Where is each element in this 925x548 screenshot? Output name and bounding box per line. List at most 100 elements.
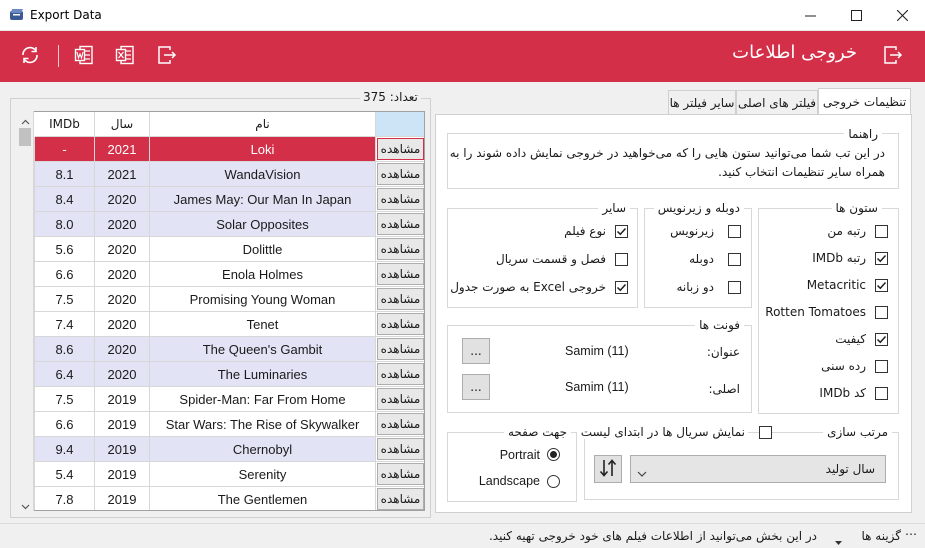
other-group-checkbox[interactable] (615, 253, 628, 266)
table-row[interactable]: 7.5 2020 Promising Young Woman مشاهده (18, 287, 424, 312)
minimize-button[interactable] (787, 0, 833, 31)
columns-group-checkbox[interactable] (875, 387, 888, 400)
guide-title: راهنما (844, 127, 882, 141)
refresh-button[interactable] (17, 43, 43, 69)
series-first-checkbox[interactable] (759, 426, 772, 439)
columns-group-checkbox[interactable] (875, 360, 888, 373)
other-group-item-label[interactable]: فصل و قسمت سریال (496, 252, 606, 266)
cell-name: James May: Our Man In Japan (150, 187, 376, 212)
grid-vertical-scrollbar[interactable] (17, 111, 34, 511)
close-button[interactable] (879, 0, 925, 31)
table-row[interactable]: 5.6 2020 Dolittle مشاهده (18, 237, 424, 262)
radio-selected-dot (550, 451, 557, 458)
tab-other-filters[interactable]: سایر فیلتر ها (668, 90, 736, 114)
columns-group-checkbox[interactable] (875, 252, 888, 265)
columns-group-item-label[interactable]: کد IMDb (819, 386, 866, 400)
cell-imdb: 7.8 (35, 487, 95, 510)
series-first-label[interactable]: نمایش سریال ها در ابتدای لیست (577, 425, 748, 439)
movies-grid: IMDb سال نام -2021 Loki مشاهده 8.1 2021 Wanda… (17, 111, 425, 511)
scroll-up-icon[interactable] (21, 114, 30, 128)
view-button[interactable]: مشاهده (377, 413, 424, 435)
table-row[interactable]: 9.4 2019 Chernobyl مشاهده (18, 437, 424, 462)
column-header-action (376, 112, 424, 137)
view-button[interactable]: مشاهده (377, 463, 424, 485)
view-button[interactable]: مشاهده (377, 238, 424, 260)
other-group-item-label[interactable]: خروجی Excel به صورت جدول (450, 280, 606, 294)
other-group-item-label[interactable]: نوع فیلم (564, 224, 606, 238)
dub-group-item-label[interactable]: دو زبانه (676, 280, 714, 294)
columns-group-checkbox[interactable] (875, 225, 888, 238)
cell-year: 2020 (95, 312, 150, 337)
title-font-browse-button[interactable]: ... (462, 338, 490, 364)
table-row[interactable]: 6.6 2020 Enola Holmes مشاهده (18, 262, 424, 287)
table-row[interactable]: -2021 Loki مشاهده (18, 137, 424, 162)
table-row[interactable]: 6.4 2020 The Luminaries مشاهده (18, 362, 424, 387)
scroll-thumb[interactable] (19, 128, 31, 146)
tab-main-filters[interactable]: فیلتر های اصلی (736, 90, 818, 114)
table-row[interactable]: 8.0 2020 Solar Opposites مشاهده (18, 212, 424, 237)
cell-name: Enola Holmes (150, 262, 376, 287)
landscape-radio[interactable] (547, 475, 560, 488)
view-button[interactable]: مشاهده (377, 288, 424, 310)
table-row[interactable]: 5.4 2019 Serenity مشاهده (18, 462, 424, 487)
scroll-down-icon[interactable] (21, 499, 30, 513)
other-group-checkbox[interactable] (615, 225, 628, 238)
columns-group-item-label[interactable]: رتبه IMDb (812, 251, 866, 265)
cell-year: 2019 (95, 412, 150, 437)
dub-group-checkbox[interactable] (728, 281, 741, 294)
options-dropdown[interactable]: گزینه ها ⋯ (827, 526, 919, 546)
excel-export-icon (114, 44, 136, 69)
view-button[interactable]: مشاهده (377, 138, 424, 160)
view-button[interactable]: مشاهده (377, 388, 424, 410)
view-button[interactable]: مشاهده (377, 363, 424, 385)
columns-group-item-label[interactable]: رتبه من (827, 224, 866, 238)
view-button[interactable]: مشاهده (377, 188, 424, 210)
sort-direction-button[interactable] (594, 455, 622, 483)
body-font-value: Samim (11) (565, 380, 629, 394)
maximize-button[interactable] (833, 0, 879, 31)
column-header-year[interactable]: سال (95, 112, 150, 137)
columns-group-item-label[interactable]: کیفیت (835, 332, 866, 346)
columns-group-item-label[interactable]: Rotten Tomatoes (765, 305, 866, 319)
dub-group-item-label[interactable]: دوبله (689, 252, 714, 266)
portrait-label[interactable]: Portrait (500, 448, 540, 462)
export-excel-button[interactable] (112, 43, 138, 69)
view-button[interactable]: مشاهده (377, 213, 424, 235)
table-row[interactable]: 8.4 2020 James May: Our Man In Japan مشاهده (18, 187, 424, 212)
view-button[interactable]: مشاهده (377, 438, 424, 460)
sort-field-select[interactable]: سال تولید (630, 455, 886, 483)
cell-year: 2021 (95, 137, 150, 162)
body-font-browse-button[interactable]: ... (462, 374, 490, 400)
orientation-group (447, 432, 577, 502)
table-row[interactable]: 7.8 2019 The Gentlemen مشاهده (18, 487, 424, 510)
exit-button[interactable] (154, 43, 180, 69)
view-button[interactable]: مشاهده (377, 263, 424, 285)
table-row[interactable]: 7.4 2020 Tenet مشاهده (18, 312, 424, 337)
window-title: Export Data (30, 8, 102, 22)
dub-group-checkbox[interactable] (728, 225, 741, 238)
landscape-label[interactable]: Landscape (479, 474, 540, 488)
table-row[interactable]: 8.1 2021 WandaVision مشاهده (18, 162, 424, 187)
columns-group-checkbox[interactable] (875, 333, 888, 346)
view-button[interactable]: مشاهده (377, 488, 424, 510)
other-group-checkbox[interactable] (615, 281, 628, 294)
dub-group-checkbox[interactable] (728, 253, 741, 266)
dub-group-item-label[interactable]: زیرنویس (670, 224, 714, 238)
table-row[interactable]: 7.5 2019 Spider-Man: Far From Home مشاهده (18, 387, 424, 412)
column-header-imdb[interactable]: IMDb (35, 112, 95, 137)
columns-group-checkbox[interactable] (875, 306, 888, 319)
columns-group-item-label[interactable]: Metacritic (807, 278, 866, 292)
cell-name: The Queen's Gambit (150, 337, 376, 362)
columns-group-item-label[interactable]: رده سنی (821, 359, 866, 373)
table-row[interactable]: 8.6 2020 The Queen's Gambit مشاهده (18, 337, 424, 362)
export-word-button[interactable] (71, 43, 97, 69)
table-row[interactable]: 6.6 2019 Star Wars: The Rise of Skywalker م… (18, 412, 424, 437)
column-header-name[interactable]: نام (150, 112, 376, 137)
view-button[interactable]: مشاهده (377, 163, 424, 185)
portrait-radio[interactable] (547, 448, 560, 461)
view-button[interactable]: مشاهده (377, 313, 424, 335)
cell-year: 2019 (95, 437, 150, 462)
view-button[interactable]: مشاهده (377, 338, 424, 360)
tab-export-settings[interactable]: تنظیمات خروجی (818, 88, 911, 115)
columns-group-checkbox[interactable] (875, 279, 888, 292)
